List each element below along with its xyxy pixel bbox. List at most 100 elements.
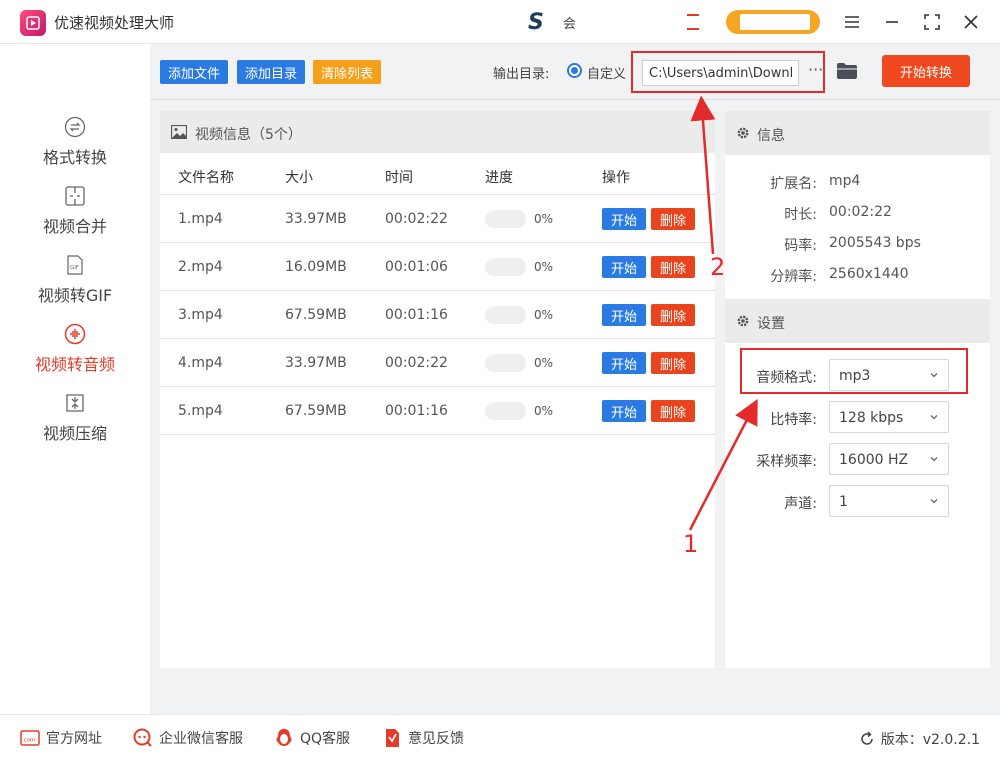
compress-icon	[66, 394, 84, 412]
file-time: 00:02:22	[385, 355, 448, 371]
browse-more-button[interactable]: ···	[808, 60, 823, 79]
chevron-down-icon	[930, 457, 938, 462]
progress-percent: 0%	[534, 356, 554, 370]
video-info-panel: 视频信息（5个） 文件名称 大小 时间 进度 操作 1.mp4 33.97MB 00…	[160, 111, 715, 668]
user-pill-inner	[740, 14, 810, 30]
progress-bar	[485, 402, 526, 420]
maximize-icon[interactable]	[920, 10, 944, 34]
website-link[interactable]: com 官方网址	[20, 728, 102, 748]
sidebar-item-label: 视频转GIF	[37, 286, 113, 305]
refresh-icon[interactable]	[859, 731, 875, 747]
gear-icon	[737, 315, 749, 327]
file-size: 16.09MB	[285, 259, 347, 275]
channel-label: 声道:	[784, 496, 817, 512]
app-title: 优速视频处理大师	[54, 14, 175, 32]
settings-title: 设置	[757, 316, 785, 332]
version-info: 版本：v2.0.2.1	[859, 729, 980, 749]
row-delete-button[interactable]: 删除	[651, 304, 695, 326]
duration-key: 时长:	[784, 207, 817, 223]
chevron-down-icon	[930, 415, 938, 420]
annotation-number-2: 2	[710, 253, 726, 281]
swap-circle-icon	[64, 116, 86, 138]
add-directory-button[interactable]: 添加目录	[237, 60, 306, 84]
row-start-button[interactable]: 开始	[602, 256, 646, 278]
svg-text:GIF: GIF	[70, 265, 79, 271]
column-header-action: 操作	[602, 170, 630, 186]
toolbar: 添加文件 添加目录 清除列表 输出目录: 自定义 ··· 开始转换	[150, 44, 1000, 100]
red-dash-top	[687, 14, 699, 16]
menu-icon[interactable]	[840, 10, 864, 34]
feedback-link[interactable]: 意见反馈	[382, 728, 464, 748]
sidebar-item-video-merge[interactable]: 视频合并	[0, 185, 150, 245]
sidebar-item-label: 视频转音频	[34, 355, 115, 374]
sample-rate-value: 16000 HZ	[839, 452, 909, 468]
table-row[interactable]: 3.mp4 67.59MB 00:01:16 0% 开始 删除	[160, 291, 715, 339]
row-start-button[interactable]: 开始	[602, 304, 646, 326]
feedback-label: 意见反馈	[408, 731, 464, 747]
file-time: 00:02:22	[385, 211, 448, 227]
start-convert-button[interactable]: 开始转换	[882, 55, 970, 87]
bitrate-select-value: 128 kbps	[839, 410, 904, 426]
settings-header: 设置	[725, 299, 990, 343]
sample-rate-select[interactable]: 16000 HZ	[829, 443, 949, 475]
table-row[interactable]: 2.mp4 16.09MB 00:01:06 0% 开始 删除	[160, 243, 715, 291]
sample-rate-label: 采样频率:	[756, 454, 817, 470]
row-delete-button[interactable]: 删除	[651, 400, 695, 422]
close-icon[interactable]	[959, 10, 983, 34]
right-panel: 信息 扩展名: mp4 时长: 00:02:22 码率: 2005543 bps…	[725, 111, 990, 668]
table-row[interactable]: 5.mp4 67.59MB 00:01:16 0% 开始 删除	[160, 387, 715, 435]
sidebar-item-format-convert[interactable]: 格式转换	[0, 116, 150, 176]
annotation-box-path	[631, 51, 825, 93]
website-label: 官方网址	[46, 731, 102, 747]
file-size: 67.59MB	[285, 403, 347, 419]
sidebar-item-video-audio[interactable]: 视频转音频	[0, 323, 150, 383]
output-dir-label: 输出目录:	[493, 67, 550, 82]
table-row[interactable]: 1.mp4 33.97MB 00:02:22 0% 开始 删除	[160, 195, 715, 243]
title-bar: 优速视频处理大师 S 会	[0, 0, 1000, 44]
center-text: 会	[563, 17, 577, 32]
minimize-icon[interactable]	[880, 10, 904, 34]
merge-icon	[65, 186, 85, 206]
wechat-service-label: 企业微信客服	[159, 731, 243, 747]
file-name: 3.mp4	[178, 307, 223, 323]
folder-icon[interactable]	[836, 62, 858, 80]
sidebar-item-label: 视频合并	[42, 217, 107, 236]
feedback-icon	[386, 729, 399, 747]
channel-value: 1	[839, 494, 848, 510]
sidebar-item-video-gif[interactable]: GIF 视频转GIF	[0, 254, 150, 314]
chevron-down-icon	[930, 499, 938, 504]
qq-icon	[276, 729, 292, 746]
file-size: 33.97MB	[285, 211, 347, 227]
resolution-key: 分辨率:	[770, 269, 817, 285]
progress-percent: 0%	[534, 212, 554, 226]
clear-list-button[interactable]: 清除列表	[313, 60, 382, 84]
progress-bar	[485, 354, 526, 372]
file-size: 33.97MB	[285, 355, 347, 371]
row-start-button[interactable]: 开始	[602, 352, 646, 374]
sidebar-item-video-compress[interactable]: 视频压缩	[0, 392, 150, 452]
row-start-button[interactable]: 开始	[602, 208, 646, 230]
row-delete-button[interactable]: 删除	[651, 352, 695, 374]
custom-radio[interactable]	[567, 63, 582, 78]
table-row[interactable]: 4.mp4 33.97MB 00:02:22 0% 开始 删除	[160, 339, 715, 387]
audio-wave-icon	[64, 323, 86, 345]
column-header-progress: 进度	[485, 170, 513, 186]
row-start-button[interactable]: 开始	[602, 400, 646, 422]
file-name: 1.mp4	[178, 211, 223, 227]
qq-service-link[interactable]: QQ客服	[274, 728, 350, 748]
red-dash-bottom	[687, 28, 699, 30]
column-header-name: 文件名称	[178, 170, 234, 186]
qq-service-label: QQ客服	[300, 731, 351, 747]
file-time: 00:01:16	[385, 307, 448, 323]
progress-bar	[485, 306, 526, 324]
row-delete-button[interactable]: 删除	[651, 208, 695, 230]
bitrate-select[interactable]: 128 kbps	[829, 401, 949, 433]
ext-key: 扩展名:	[770, 176, 817, 192]
add-file-button[interactable]: 添加文件	[160, 60, 229, 84]
footer: com 官方网址 企业微信客服 QQ客服 意见反馈 版本：v2.0.2.1	[0, 714, 1000, 760]
row-delete-button[interactable]: 删除	[651, 256, 695, 278]
progress-percent: 0%	[534, 404, 554, 418]
wechat-service-link[interactable]: 企业微信客服	[133, 728, 243, 748]
gear-icon	[737, 127, 749, 139]
channel-select[interactable]: 1	[829, 485, 949, 517]
